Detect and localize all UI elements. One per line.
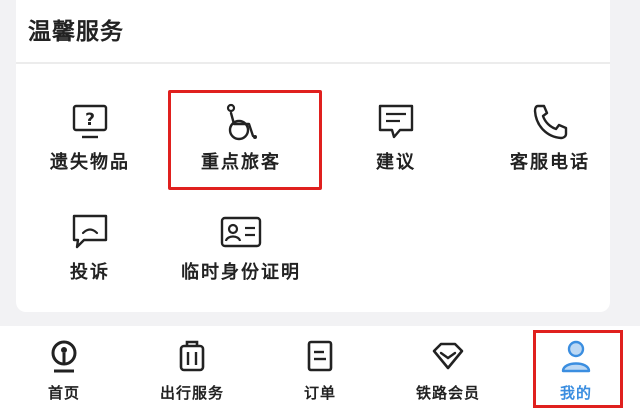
- suggestion-icon: [378, 104, 414, 139]
- service-lost-items[interactable]: ? 遗失物品: [20, 100, 160, 190]
- service-label: 客服电话: [510, 152, 590, 173]
- tab-label: 铁路会员: [415, 384, 480, 402]
- order-icon: [307, 340, 333, 372]
- highlight-box-mine-tab: [533, 330, 623, 408]
- service-suggestion[interactable]: 建议: [326, 100, 466, 190]
- divider: [16, 62, 610, 64]
- service-temporary-id[interactable]: 临时身份证明: [171, 210, 311, 300]
- service-label: 临时身份证明: [181, 262, 301, 283]
- tab-label: 订单: [303, 384, 336, 402]
- complaint-icon: [72, 214, 108, 249]
- svg-text:?: ?: [85, 110, 95, 130]
- luggage-icon: [179, 340, 205, 372]
- service-label: 建议: [376, 152, 416, 173]
- tab-home[interactable]: 首页: [0, 326, 128, 412]
- highlight-box-priority-passengers: [168, 90, 322, 190]
- tab-travel-services[interactable]: 出行服务: [128, 326, 256, 412]
- tab-label: 出行服务: [159, 384, 224, 402]
- railway-logo-icon: [51, 340, 77, 373]
- diamond-icon: [432, 342, 464, 370]
- phone-icon: [533, 104, 568, 140]
- service-complaint[interactable]: 投诉: [20, 210, 160, 300]
- tab-label: 首页: [47, 384, 80, 402]
- service-label: 遗失物品: [50, 152, 130, 173]
- id-card-icon: [220, 216, 262, 248]
- lost-item-icon: ?: [72, 104, 108, 139]
- service-customer-phone[interactable]: 客服电话: [480, 100, 620, 190]
- tab-orders[interactable]: 订单: [256, 326, 384, 412]
- tab-railway-member[interactable]: 铁路会员: [384, 326, 512, 412]
- service-label: 投诉: [70, 262, 110, 283]
- section-title: 温馨服务: [28, 19, 124, 45]
